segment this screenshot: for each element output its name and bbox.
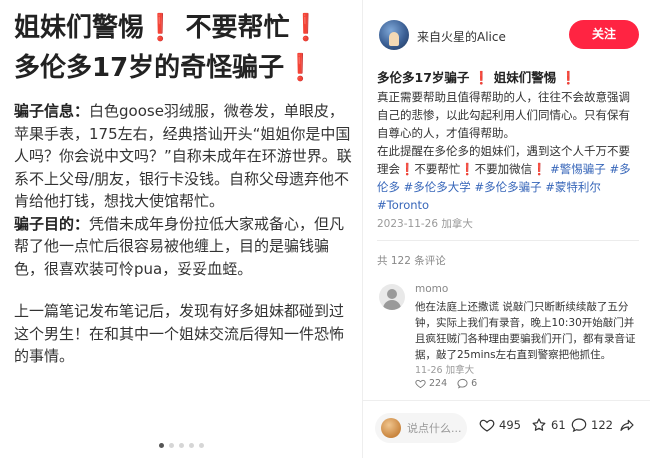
pager-dot[interactable] xyxy=(188,443,194,448)
comment-like-button[interactable]: 224 xyxy=(415,378,447,389)
headline-text-1b: 不要帮忙 xyxy=(185,13,290,43)
collect-button[interactable]: 61 xyxy=(531,417,566,433)
comment-count-bar: 122 xyxy=(591,418,613,432)
author-avatar[interactable] xyxy=(379,20,409,50)
pager-dot[interactable] xyxy=(178,443,184,448)
share-button[interactable] xyxy=(619,417,635,433)
hashtag[interactable]: #警惕骗子 xyxy=(550,162,606,176)
comment-input-placeholder: 说点什么... xyxy=(407,422,462,435)
current-user-avatar xyxy=(381,418,401,438)
hashtag[interactable]: #Toronto xyxy=(377,198,429,212)
scammer-info-label: 骗子信息： xyxy=(14,102,90,120)
collect-count: 61 xyxy=(551,418,566,432)
desc-paragraph-1: 真正需要帮助且值得帮助的人，往往不会故意强调自己的悲惨，以此勾起利用人们同情心。… xyxy=(377,90,630,140)
headline-text-2: 多伦多17岁的奇怪骗子 xyxy=(14,53,285,83)
exclamation-icon: ❗ xyxy=(400,162,415,176)
chat-bubble-icon xyxy=(571,418,587,433)
author-row: 来自火星的Alice 关注 xyxy=(363,0,650,70)
like-count: 495 xyxy=(499,418,521,432)
note-date: 2023-11-26 加拿大 xyxy=(377,218,473,230)
scammer-info-paragraph: 骗子信息：白色goose羽绒服，微卷发，单眼皮，苹果手表，175左右，经典搭讪开… xyxy=(14,100,352,213)
share-icon xyxy=(620,419,634,431)
pager-dot[interactable] xyxy=(168,443,174,448)
note-description: 真正需要帮助且值得帮助的人，往往不会故意强调自己的悲惨，以此勾起利用人们同情心。… xyxy=(377,90,631,212)
note-detail-panel: 来自火星的Alice 关注 多伦多17岁骗子 ❗ 姐妹们警惕 ❗ 真正需要帮助且… xyxy=(362,0,650,458)
scammer-purpose-label: 骗子目的： xyxy=(14,214,90,233)
comment-date: 11-26 加拿大 xyxy=(415,365,475,376)
note-image: 姐妹们警惕❗ 不要帮忙❗ 多伦多17岁的奇怪骗子❗ 骗子信息：白色goose羽绒… xyxy=(0,0,362,458)
author-name[interactable]: 来自火星的Alice xyxy=(417,28,506,45)
hashtag[interactable]: #蒙特利尔 xyxy=(545,180,601,194)
comment-reply-button[interactable]: 6 xyxy=(457,378,477,389)
exclamation-icon: ❗ xyxy=(289,13,322,43)
image-pager[interactable] xyxy=(0,443,362,448)
hashtag[interactable]: #多伦多骗子 xyxy=(474,180,541,194)
comment-meta: 11-26 加拿大 224 6 xyxy=(363,276,650,396)
chat-bubble-icon xyxy=(457,378,468,389)
bottom-action-bar: 说点什么... 495 61 122 xyxy=(363,400,650,458)
headline-line-1: 姐妹们警惕❗ 不要帮忙❗ xyxy=(14,8,352,48)
comment-actions: 224 6 xyxy=(415,378,477,389)
star-icon xyxy=(532,418,546,431)
note-image-body: 骗子信息：白色goose羽绒服，微卷发，单眼皮，苹果手表，175左右，经典搭讪开… xyxy=(14,100,352,368)
scammer-purpose-paragraph: 骗子目的：凭借未成年身份拉低大家戒备心，但凡帮了他一点忙后很容易被他缠上，目的是… xyxy=(14,213,352,281)
exclamation-icon: ❗ xyxy=(560,70,577,85)
heart-icon xyxy=(415,379,426,389)
exclamation-icon: ❗ xyxy=(460,162,475,176)
exclamation-icon: ❗ xyxy=(284,53,317,83)
comment-input[interactable]: 说点什么... xyxy=(375,413,467,443)
exclamation-icon: ❗ xyxy=(144,13,177,43)
note-title: 多伦多17岁骗子 ❗ 姐妹们警惕 ❗ xyxy=(377,70,577,85)
closing-paragraph: 上一篇笔记发布笔记后，发现有好多姐妹都碰到过这个男生！在和其中一个姐妹交流后得知… xyxy=(14,302,345,365)
hashtag[interactable]: #多伦多大学 xyxy=(404,180,471,194)
headline-line-2: 多伦多17岁的奇怪骗子❗ xyxy=(14,48,352,88)
pager-dot[interactable] xyxy=(158,443,164,448)
divider xyxy=(377,240,639,241)
pager-dot[interactable] xyxy=(198,443,204,448)
follow-button[interactable]: 关注 xyxy=(569,20,639,49)
exclamation-icon: ❗ xyxy=(532,162,547,176)
comment-count: 共 122 条评论 xyxy=(377,255,446,267)
comment-button[interactable]: 122 xyxy=(571,417,613,433)
headline-text-1: 姐妹们警惕 xyxy=(14,13,145,43)
heart-icon xyxy=(479,419,495,432)
exclamation-icon: ❗ xyxy=(473,70,490,85)
like-button[interactable]: 495 xyxy=(479,417,521,433)
